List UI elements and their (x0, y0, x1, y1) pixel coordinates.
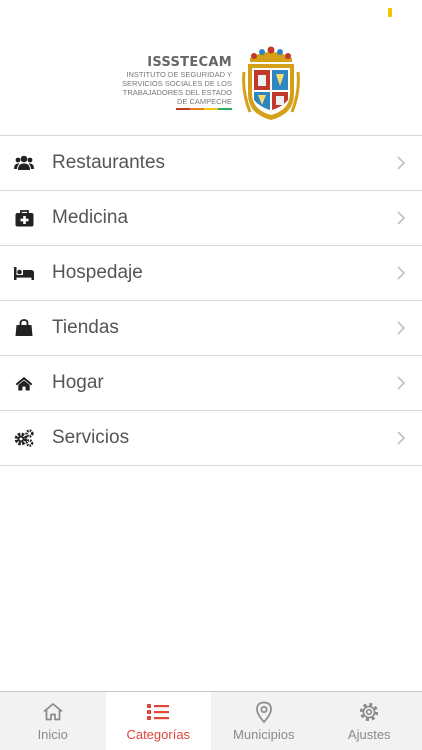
tab-categorias[interactable]: Categorías (105, 692, 211, 750)
chevron-right-icon (397, 376, 406, 390)
category-item-medicina[interactable]: Medicina (0, 191, 422, 246)
category-label: Hospedaje (52, 262, 143, 283)
logo-title: ISSSTECAM (147, 55, 232, 70)
users-icon (14, 153, 34, 173)
logo-subtitle-line: Trabajadores del Estado (122, 88, 232, 97)
category-list: Restaurantes Medicina Hospedaje Tiendas … (0, 135, 422, 466)
tab-label: Municipios (233, 726, 295, 742)
tab-municipios[interactable]: Municipios (211, 692, 317, 750)
category-label: Hogar (52, 372, 104, 393)
chevron-right-icon (397, 156, 406, 170)
chevron-right-icon (397, 431, 406, 445)
campeche-crest-icon (242, 46, 300, 120)
logo-subtitle-line: Instituto de Seguridad y (126, 70, 232, 79)
chevron-right-icon (397, 211, 406, 225)
category-item-hogar[interactable]: Hogar (0, 356, 422, 411)
battery-indicator (388, 8, 392, 17)
bed-icon (14, 263, 34, 283)
category-item-hospedaje[interactable]: Hospedaje (0, 246, 422, 301)
shopping-bag-icon (14, 318, 34, 338)
issstecam-logo: ISSSTECAM Instituto de Seguridad y Servi… (122, 42, 300, 124)
tab-bar: Inicio Categorías Municipios Ajustes (0, 691, 422, 750)
chevron-right-icon (397, 321, 406, 335)
tab-ajustes[interactable]: Ajustes (317, 692, 422, 750)
home-outline-icon (41, 701, 65, 723)
logo-subtitle-line: Servicios Sociales de los (122, 79, 232, 88)
tab-label: Categorías (126, 726, 191, 742)
gear-icon (357, 701, 381, 723)
logo-text: ISSSTECAM Instituto de Seguridad y Servi… (122, 55, 232, 110)
status-bar (0, 0, 422, 30)
map-pin-icon (252, 701, 276, 723)
category-label: Servicios (52, 427, 130, 448)
medkit-icon (14, 208, 34, 228)
tab-label: Ajustes (347, 726, 391, 742)
list-icon (146, 701, 170, 723)
category-item-tiendas[interactable]: Tiendas (0, 301, 422, 356)
tab-label: Inicio (37, 726, 68, 742)
category-label: Tiendas (52, 317, 119, 338)
chevron-right-icon (397, 266, 406, 280)
cogs-icon (14, 428, 34, 448)
category-item-restaurantes[interactable]: Restaurantes (0, 136, 422, 191)
category-item-servicios[interactable]: Servicios (0, 411, 422, 466)
logo-color-stripe (122, 108, 232, 110)
home-icon (14, 373, 34, 393)
category-label: Restaurantes (52, 152, 166, 173)
header: ISSSTECAM Instituto de Seguridad y Servi… (0, 30, 422, 135)
category-label: Medicina (52, 207, 129, 228)
logo-subtitle-line: de Campeche (176, 97, 232, 106)
tab-inicio[interactable]: Inicio (0, 692, 106, 750)
